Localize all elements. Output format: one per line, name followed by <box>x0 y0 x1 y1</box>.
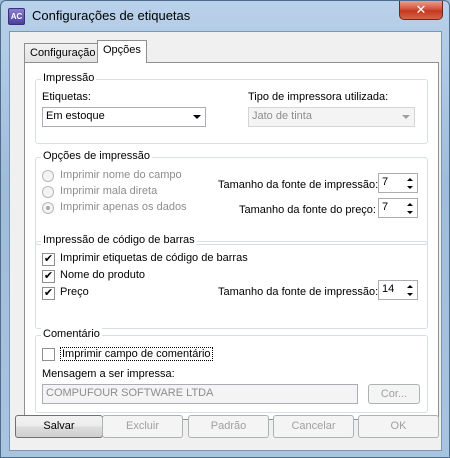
check-imprimir-comentario[interactable] <box>42 348 55 361</box>
tab-opcoes[interactable]: Opções <box>97 40 147 63</box>
group-opcoes-impressao-title: Opções de impressão <box>41 150 152 162</box>
mensagem-label: Mensagem a ser impressa: <box>42 368 175 380</box>
check-nome-produto-label: Nome do produto <box>60 269 145 281</box>
tipo-impressora-select[interactable]: Jato de tinta <box>248 107 415 127</box>
cor-button[interactable]: Cor... <box>368 384 420 404</box>
spin-up-icon[interactable] <box>403 175 416 183</box>
dialog-window: AC Configurações de etiquetas ✕ Configur… <box>0 0 450 458</box>
salvar-button[interactable]: Salvar <box>15 415 103 438</box>
dialog-client-area: Configuração Opções Impressão Etiquetas:… <box>9 31 442 451</box>
padrao-button[interactable]: Padrão <box>188 415 269 438</box>
excluir-button[interactable]: Excluir <box>102 415 183 438</box>
group-codigo-barras: Impressão de código de barras ✔ Imprimir… <box>35 234 428 329</box>
tab-opcoes-label: Opções <box>103 44 141 56</box>
mensagem-input-value: COMPUFOUR SOFTWARE LTDA <box>46 387 214 399</box>
radio-apenas-dados[interactable] <box>42 202 54 214</box>
cancelar-button[interactable]: Cancelar <box>273 415 354 438</box>
check-nome-produto[interactable]: ✔ <box>42 270 55 283</box>
fonte-impressao-value: 7 <box>382 176 389 188</box>
radio-apenas-dados-label: Imprimir apenas os dados <box>60 201 187 213</box>
fonte-preco-stepper[interactable]: 7 <box>378 198 418 218</box>
app-icon: AC <box>8 8 25 25</box>
fonte-preco-label: Tamanho da fonte do preço: <box>239 204 376 216</box>
tab-configuracao-label: Configuração <box>30 47 96 59</box>
check-etiquetas-codigo-barras[interactable]: ✔ <box>42 253 55 266</box>
radio-nome-campo[interactable] <box>42 170 54 182</box>
close-button[interactable]: ✕ <box>399 1 443 20</box>
mensagem-input[interactable]: COMPUFOUR SOFTWARE LTDA <box>42 384 358 404</box>
radio-nome-campo-label: Imprimir nome do campo <box>60 169 182 181</box>
check-etiquetas-codigo-barras-label: Imprimir etiquetas de código de barras <box>60 252 248 264</box>
group-impressao: Impressão Etiquetas: Em estoque Tipo de … <box>35 72 428 144</box>
tab-panel-opcoes: Impressão Etiquetas: Em estoque Tipo de … <box>24 62 439 420</box>
fonte-codigo-barras-label: Tamanho da fonte de impressão: <box>218 286 379 298</box>
spin-up-icon[interactable] <box>403 282 416 290</box>
radio-mala-direta[interactable] <box>42 186 54 198</box>
check-imprimir-comentario-label: Imprimir campo de comentário <box>60 347 213 361</box>
ok-button[interactable]: OK <box>358 415 439 438</box>
spin-down-icon[interactable] <box>403 208 416 216</box>
etiquetas-label: Etiquetas: <box>42 91 91 103</box>
group-comentario: Comentário Imprimir campo de comentário … <box>35 328 428 413</box>
check-preco[interactable]: ✔ <box>42 287 55 300</box>
spin-up-icon[interactable] <box>403 200 416 208</box>
chevron-down-icon[interactable] <box>189 109 204 125</box>
spin-down-icon[interactable] <box>403 183 416 191</box>
chevron-down-icon[interactable] <box>398 109 413 125</box>
fonte-codigo-barras-stepper[interactable]: 14 <box>378 280 418 300</box>
window-title: Configurações de etiquetas <box>32 8 191 23</box>
fonte-codigo-barras-value: 14 <box>382 283 395 295</box>
spin-down-icon[interactable] <box>403 290 416 298</box>
tab-configuracao[interactable]: Configuração <box>24 43 102 62</box>
radio-mala-direta-label: Imprimir mala direta <box>60 185 158 197</box>
fonte-preco-value: 7 <box>382 201 389 213</box>
check-preco-label: Preço <box>60 286 89 298</box>
group-codigo-barras-title: Impressão de código de barras <box>41 234 197 246</box>
group-opcoes-impressao: Opções de impressão Imprimir nome do cam… <box>35 150 428 245</box>
group-impressao-title: Impressão <box>41 72 97 84</box>
salvar-button-label: Salvar <box>43 420 75 432</box>
fonte-impressao-label: Tamanho da fonte de impressão: <box>218 179 379 191</box>
etiquetas-select-value: Em estoque <box>46 110 105 122</box>
tipo-impressora-label: Tipo de impressora utilizada: <box>248 91 389 103</box>
etiquetas-select[interactable]: Em estoque <box>42 107 206 127</box>
title-bar[interactable]: AC Configurações de etiquetas ✕ <box>1 1 449 31</box>
group-comentario-title: Comentário <box>41 328 102 340</box>
fonte-impressao-stepper[interactable]: 7 <box>378 173 418 193</box>
tipo-impressora-select-value: Jato de tinta <box>252 110 312 122</box>
